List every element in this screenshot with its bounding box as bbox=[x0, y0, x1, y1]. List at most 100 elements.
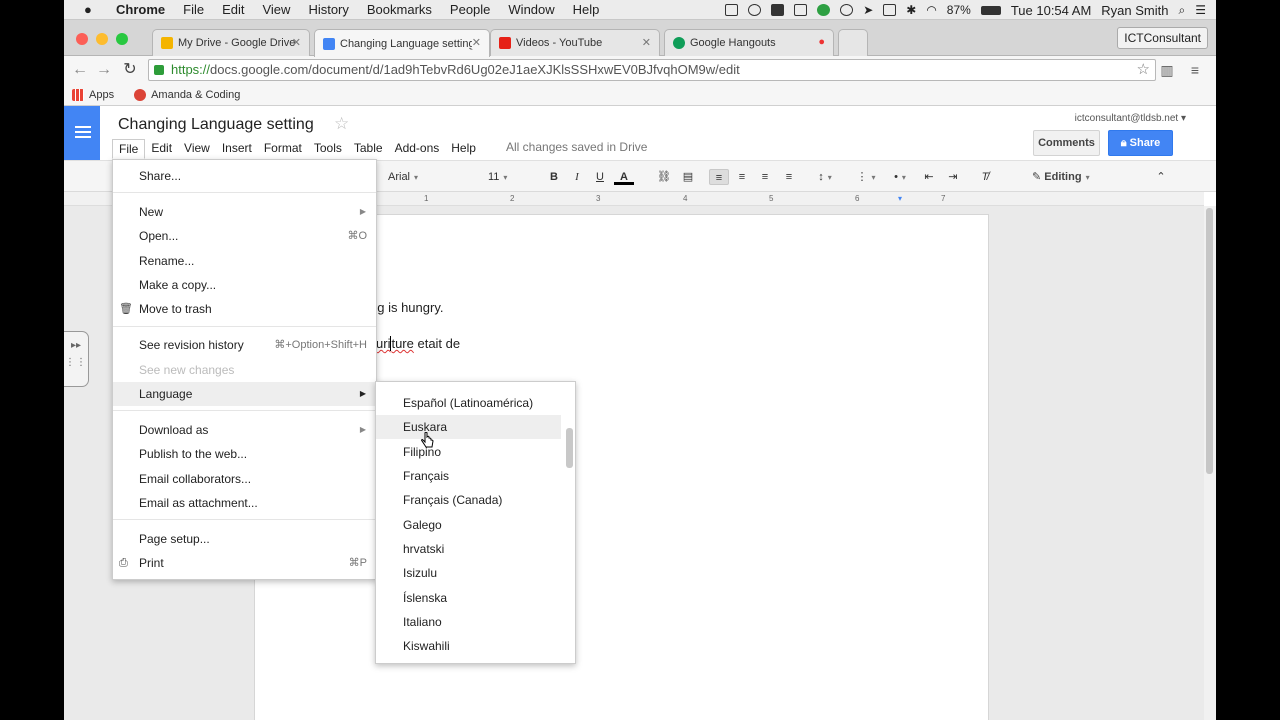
underline-icon[interactable]: U bbox=[592, 169, 608, 185]
bookmark-apps[interactable]: Apps bbox=[72, 88, 114, 101]
text-color-icon[interactable]: A bbox=[614, 169, 634, 185]
tab-changing-language[interactable]: Changing Language setting ✕ bbox=[314, 29, 490, 57]
menubar-file[interactable]: File bbox=[183, 2, 204, 17]
menubar-people[interactable]: People bbox=[450, 2, 490, 17]
file-menu-language[interactable]: Language ▶ bbox=[113, 382, 376, 406]
file-menu-print[interactable]: ⎙ Print ⌘P bbox=[113, 551, 376, 575]
file-menu-download-as[interactable]: Download as ▶ bbox=[113, 418, 376, 442]
spotlight-search-icon[interactable]: ⌕ bbox=[1179, 3, 1186, 18]
battery-percent[interactable]: 87% bbox=[947, 3, 971, 17]
location-arrow-icon[interactable]: ➤ bbox=[863, 3, 873, 17]
language-option[interactable]: Isizulu bbox=[376, 561, 561, 585]
apple-icon[interactable]: ● bbox=[84, 2, 98, 17]
justify-icon[interactable]: ≡ bbox=[780, 169, 798, 185]
file-menu-share[interactable]: Share... bbox=[113, 164, 376, 188]
file-menu-publish[interactable]: Publish to the web... bbox=[113, 442, 376, 466]
menu-file[interactable]: File bbox=[112, 139, 146, 159]
account-email[interactable]: ictconsultant@tldsb.net ▾ bbox=[1075, 113, 1186, 124]
menubar-app-name[interactable]: Chrome bbox=[116, 2, 165, 17]
file-menu-open[interactable]: Open... ⌘O bbox=[113, 224, 376, 248]
bookmark-amanda-coding[interactable]: Amanda & Coding bbox=[134, 88, 240, 101]
language-option[interactable]: hrvatski bbox=[376, 537, 561, 561]
forward-arrow-icon[interactable]: → bbox=[94, 60, 114, 80]
editing-mode-select[interactable]: ✎ Editing bbox=[1032, 169, 1140, 185]
drive-icon[interactable] bbox=[748, 4, 762, 16]
close-tab-icon[interactable]: ✕ bbox=[292, 36, 301, 49]
document-title[interactable]: Changing Language setting bbox=[118, 116, 314, 134]
menubar-window[interactable]: Window bbox=[508, 2, 554, 17]
menubar-history[interactable]: History bbox=[308, 2, 348, 17]
new-tab-button[interactable] bbox=[838, 29, 868, 56]
menu-help[interactable]: Help bbox=[445, 139, 482, 159]
scrollbar-thumb[interactable] bbox=[1206, 208, 1213, 474]
menubar-bookmarks[interactable]: Bookmarks bbox=[367, 2, 432, 17]
menu-format[interactable]: Format bbox=[258, 139, 308, 159]
language-option[interactable]: Euskara bbox=[376, 415, 561, 439]
tab-my-drive[interactable]: My Drive - Google Drive ✕ bbox=[152, 29, 310, 56]
file-menu-email-attachment[interactable]: Email as attachment... bbox=[113, 491, 376, 515]
menubar-view[interactable]: View bbox=[262, 2, 290, 17]
language-option[interactable]: Galego bbox=[376, 513, 561, 537]
language-option[interactable]: Filipino bbox=[376, 440, 561, 464]
bold-icon[interactable]: B bbox=[546, 169, 562, 185]
close-tab-icon[interactable]: ✕ bbox=[642, 36, 651, 49]
chrome-menu-icon[interactable]: ≡ bbox=[1186, 61, 1204, 79]
menubar-help[interactable]: Help bbox=[573, 2, 600, 17]
language-option[interactable]: Français (Canada) bbox=[376, 488, 561, 512]
tab-youtube[interactable]: Videos - YouTube ✕ bbox=[490, 29, 660, 56]
back-arrow-icon[interactable]: ← bbox=[70, 60, 90, 80]
menubar-edit[interactable]: Edit bbox=[222, 2, 244, 17]
file-menu-revision-history[interactable]: See revision history ⌘+Option+Shift+H bbox=[113, 333, 376, 357]
evernote-icon[interactable] bbox=[771, 4, 785, 16]
align-right-icon[interactable]: ≡ bbox=[756, 169, 774, 185]
line-spacing-icon[interactable]: ↕ bbox=[812, 169, 838, 185]
file-menu-make-copy[interactable]: Make a copy... bbox=[113, 273, 376, 297]
align-left-icon[interactable]: ≡ bbox=[709, 169, 729, 185]
menu-addons[interactable]: Add-ons bbox=[389, 139, 446, 159]
maximize-window-icon[interactable] bbox=[116, 33, 128, 45]
user-name[interactable]: Ryan Smith bbox=[1101, 3, 1168, 18]
language-option[interactable]: Íslenska bbox=[376, 586, 561, 610]
star-document-icon[interactable]: ☆ bbox=[334, 114, 349, 134]
side-panel-toggle[interactable]: ▸▸ ⋮⋮ bbox=[64, 331, 89, 387]
share-button[interactable]: 🔒︎ Share bbox=[1108, 130, 1173, 156]
save-status[interactable]: All changes saved in Drive bbox=[506, 140, 647, 154]
collapse-toolbar-icon[interactable]: ⌃ bbox=[1152, 169, 1170, 185]
close-tab-icon[interactable]: ✕ bbox=[471, 36, 481, 49]
language-submenu-scrollbar[interactable] bbox=[566, 428, 573, 468]
profile-button[interactable]: ICTConsultant bbox=[1117, 27, 1208, 49]
docs-home-button[interactable] bbox=[64, 106, 100, 160]
body-line-1[interactable]: og is hungry. bbox=[370, 300, 443, 315]
font-family-select[interactable]: Arial bbox=[388, 169, 462, 185]
link-icon[interactable]: ⛓ bbox=[655, 169, 673, 185]
font-size-select[interactable]: 11 bbox=[488, 169, 532, 185]
screencast-icon[interactable] bbox=[794, 4, 808, 16]
screen-icon[interactable] bbox=[725, 4, 739, 16]
right-indent-marker-icon[interactable]: ▾ bbox=[898, 194, 902, 203]
body-line-2[interactable]: uriture etait de bbox=[376, 336, 460, 351]
menu-view[interactable]: View bbox=[178, 139, 216, 159]
language-option[interactable]: Italiano bbox=[376, 610, 561, 634]
minimize-window-icon[interactable] bbox=[96, 33, 108, 45]
battery-icon[interactable] bbox=[980, 5, 1001, 15]
shield-icon[interactable] bbox=[840, 4, 854, 16]
bluetooth-icon[interactable]: ✱ bbox=[906, 3, 916, 17]
file-menu-email-collaborators[interactable]: Email collaborators... bbox=[113, 467, 376, 491]
increase-indent-icon[interactable]: ⇥ bbox=[944, 169, 962, 185]
recording-icon[interactable]: ● bbox=[818, 36, 825, 48]
menu-tools[interactable]: Tools bbox=[308, 139, 348, 159]
numbered-list-icon[interactable]: ⋮ bbox=[852, 169, 880, 185]
bulleted-list-icon[interactable]: • bbox=[886, 169, 914, 185]
document-scrollbar[interactable] bbox=[1204, 206, 1216, 720]
language-option[interactable]: Kiswahili bbox=[376, 634, 561, 658]
clock[interactable]: Tue 10:54 AM bbox=[1011, 3, 1091, 18]
file-menu-page-setup[interactable]: Page setup... bbox=[113, 527, 376, 551]
tab-hangouts[interactable]: Google Hangouts ● bbox=[664, 29, 834, 56]
clear-formatting-icon[interactable]: T̸ bbox=[976, 169, 994, 185]
extension-icon[interactable]: ▥ bbox=[1158, 61, 1176, 79]
decrease-indent-icon[interactable]: ⇤ bbox=[920, 169, 938, 185]
airplay-icon[interactable] bbox=[883, 4, 897, 16]
file-menu-see-new-changes[interactable]: See new changes bbox=[113, 358, 376, 382]
language-option[interactable]: Français bbox=[376, 464, 561, 488]
language-option[interactable]: Español (Latinoamérica) bbox=[376, 391, 561, 415]
